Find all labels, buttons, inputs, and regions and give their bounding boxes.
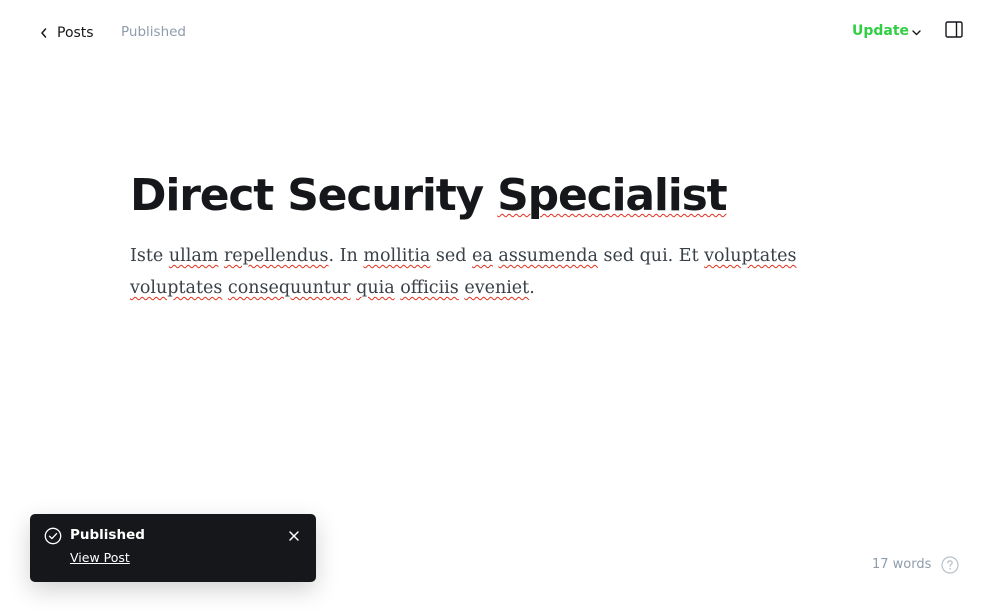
misspelled-word: ea [472, 246, 493, 266]
misspelled-word: mollitia [363, 246, 431, 266]
word-count: 17 words [872, 557, 932, 572]
misspelled-word: voluptates [130, 278, 223, 298]
body-text: Iste [130, 246, 169, 266]
back-to-posts-link[interactable]: Posts [40, 22, 94, 44]
post-editor[interactable]: Direct Security Specialist Iste ullam re… [130, 165, 820, 304]
back-link-label: Posts [57, 25, 94, 41]
body-text: sed [430, 246, 473, 266]
post-editor-page: Posts Published Update Direct Security S… [0, 0, 1000, 612]
body-text: sed qui. Et [597, 246, 705, 266]
view-post-link[interactable]: View Post [70, 550, 130, 565]
misspelled-word: assumenda [498, 246, 598, 266]
post-body[interactable]: Iste ullam repellendus. In mollitia sed … [130, 240, 820, 304]
body-text: . In [328, 246, 364, 266]
misspelled-word: voluptates [704, 246, 797, 266]
misspelled-word: consequuntur [227, 278, 351, 298]
editor-header: Posts Published Update [0, 0, 1000, 66]
check-circle-icon [44, 527, 62, 545]
chevron-left-icon [41, 28, 47, 38]
misspelled-word: quia [356, 278, 395, 298]
update-button[interactable]: Update [852, 23, 921, 39]
title-word: Specialist [497, 170, 727, 221]
post-status: Published [121, 24, 186, 40]
update-button-label: Update [852, 23, 910, 39]
misspelled-word: ullam [168, 246, 219, 266]
published-notification: Published View Post [30, 514, 316, 582]
help-circle-icon[interactable] [941, 556, 959, 574]
title-word: Direct [130, 170, 274, 221]
close-icon[interactable] [288, 530, 300, 542]
misspelled-word: eveniet [464, 278, 530, 298]
notification-title: Published [70, 527, 145, 543]
sidebar-toggle-icon[interactable] [945, 21, 963, 38]
misspelled-word: repellendus [223, 246, 329, 266]
body-text: . [529, 278, 535, 298]
title-word: Security [287, 170, 484, 221]
chevron-down-icon [912, 30, 921, 36]
post-title[interactable]: Direct Security Specialist [130, 165, 820, 227]
misspelled-word: officiis [400, 278, 459, 298]
